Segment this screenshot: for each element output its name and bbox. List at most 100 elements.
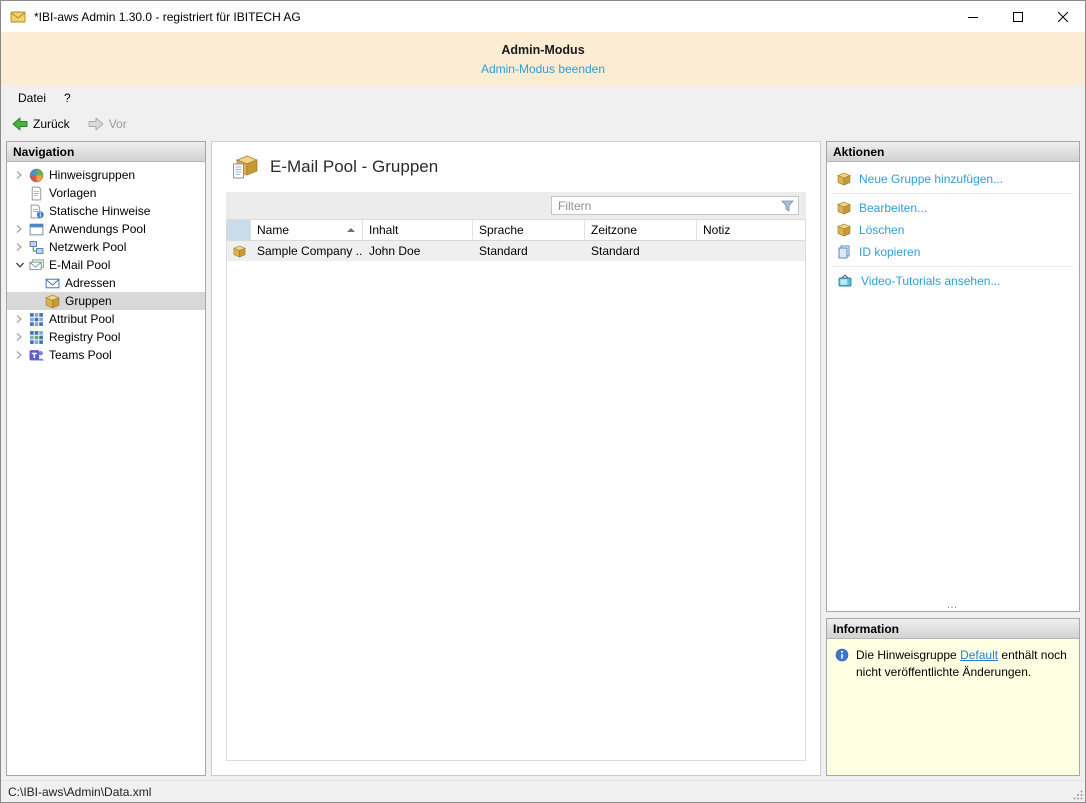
sidebar-item-email-pool[interactable]: E-Mail Pool: [7, 256, 205, 274]
teams-icon: [29, 348, 44, 363]
sidebar-item-anwendungs-pool[interactable]: Anwendungs Pool: [7, 220, 205, 238]
main-header: E-Mail Pool - Gruppen: [212, 142, 820, 188]
sidebar-item-netzwerk-pool[interactable]: Netzwerk Pool: [7, 238, 205, 256]
sidebar-item-attribut-pool[interactable]: Attribut Pool: [7, 310, 205, 328]
action-copy-id[interactable]: ID kopieren: [827, 241, 1079, 263]
copy-icon: [837, 245, 851, 259]
workspace: Navigation Hinweisgruppen Vorlagen Stati…: [1, 138, 1085, 780]
network-icon: [29, 240, 44, 255]
static-note-icon: [29, 204, 44, 219]
sort-ascending-icon: [347, 228, 355, 232]
chevron-right-icon[interactable]: [15, 224, 29, 234]
page-title: E-Mail Pool - Gruppen: [270, 157, 439, 176]
groups-table: Name Inhalt Sprache Zeitzone Notiz Sampl…: [226, 219, 806, 761]
row-zeitzone-cell: Standard: [591, 244, 640, 258]
actions-header: Aktionen: [827, 142, 1079, 162]
statusbar-path: C:\IBI-aws\Admin\Data.xml: [8, 784, 152, 799]
filter-funnel-icon[interactable]: [781, 200, 794, 212]
filter-input[interactable]: [552, 198, 781, 213]
action-new-group[interactable]: Neue Gruppe hinzufügen...: [827, 168, 1079, 190]
toolbar: Zurück Vor: [1, 110, 1085, 138]
admin-mode-banner: Admin-Modus Admin-Modus beenden: [1, 32, 1085, 86]
information-panel: Information Die Hinweisgruppe Default en…: [826, 618, 1080, 776]
table-header-icon-column[interactable]: [227, 220, 251, 240]
information-text: Die Hinweisgruppe Default enthält noch n…: [856, 648, 1067, 679]
forward-arrow-icon: [88, 117, 104, 131]
sidebar-item-vorlagen[interactable]: Vorlagen: [7, 184, 205, 202]
main-panel: E-Mail Pool - Gruppen Name: [211, 141, 821, 776]
navigation-tree: Hinweisgruppen Vorlagen Statische Hinwei…: [7, 162, 205, 775]
default-group-link[interactable]: Default: [960, 648, 998, 662]
package-icon: [837, 201, 851, 215]
table-header-sprache[interactable]: Sprache: [473, 220, 585, 240]
app-window: *IBI-aws Admin 1.30.0 - registriert für …: [0, 0, 1086, 803]
sidebar-item-teams-pool[interactable]: Teams Pool: [7, 346, 205, 364]
chevron-right-icon[interactable]: [15, 314, 29, 324]
template-icon: [29, 186, 44, 201]
chevron-right-icon[interactable]: [15, 350, 29, 360]
chevron-right-icon[interactable]: [15, 170, 29, 180]
maximize-button[interactable]: [995, 1, 1040, 32]
table-empty-area: [227, 261, 805, 760]
row-sprache-cell: Standard: [479, 244, 528, 258]
row-icon-cell: [227, 241, 251, 261]
row-name-cell: Sample Company ...: [257, 244, 363, 258]
navigation-header: Navigation: [7, 142, 205, 162]
globe-icon: [29, 168, 44, 183]
back-arrow-icon: [12, 117, 28, 131]
mail-stack-icon: [29, 258, 44, 272]
statusbar: C:\IBI-aws\Admin\Data.xml: [1, 780, 1085, 802]
minimize-icon: [967, 16, 978, 18]
sidebar-item-gruppen[interactable]: Gruppen: [7, 292, 205, 310]
window-title: *IBI-aws Admin 1.30.0 - registriert für …: [34, 9, 301, 24]
divider: [833, 266, 1073, 267]
action-video-tutorials[interactable]: Video-Tutorials ansehen...: [827, 270, 1079, 292]
filter-box: [551, 196, 799, 215]
row-inhalt-cell: John Doe: [369, 244, 421, 258]
window-controls: [950, 1, 1085, 32]
information-body: Die Hinweisgruppe Default enthält noch n…: [827, 639, 1079, 775]
table-header-notiz[interactable]: Notiz: [697, 220, 805, 240]
filter-strip: [226, 192, 806, 219]
table-header-name[interactable]: Name: [251, 220, 363, 240]
chevron-down-icon[interactable]: [15, 261, 29, 269]
resize-grip[interactable]: [1073, 790, 1083, 800]
info-icon: [835, 648, 849, 662]
menu-item-datei[interactable]: Datei: [9, 88, 55, 108]
action-edit[interactable]: Bearbeiten...: [827, 197, 1079, 219]
table-header-zeitzone[interactable]: Zeitzone: [585, 220, 697, 240]
table-zone: Name Inhalt Sprache Zeitzone: [226, 192, 806, 761]
table-header-row: Name Inhalt Sprache Zeitzone Notiz: [227, 220, 805, 241]
table-row[interactable]: Sample Company ... John Doe Standard Sta…: [227, 241, 805, 261]
panel-splitter-handle[interactable]: …: [827, 600, 1079, 611]
sidebar-item-adressen[interactable]: Adressen: [7, 274, 205, 292]
information-header: Information: [827, 619, 1079, 639]
exit-admin-mode-link[interactable]: Admin-Modus beenden: [481, 62, 605, 76]
tv-icon: [837, 274, 853, 288]
minimize-button[interactable]: [950, 1, 995, 32]
menu-item-help[interactable]: ?: [55, 88, 80, 108]
table-header-inhalt[interactable]: Inhalt: [363, 220, 473, 240]
grid-icon: [29, 312, 44, 327]
back-button[interactable]: Zurück: [7, 115, 75, 133]
forward-button[interactable]: Vor: [83, 115, 132, 133]
app-window-icon: [29, 222, 44, 237]
right-column: Aktionen Neue Gruppe hinzufügen... Bearb…: [826, 141, 1080, 776]
sidebar-item-registry-pool[interactable]: Registry Pool: [7, 328, 205, 346]
registry-grid-icon: [29, 330, 44, 345]
close-button[interactable]: [1040, 1, 1085, 32]
menubar: Datei ?: [1, 86, 1085, 110]
chevron-right-icon[interactable]: [15, 242, 29, 252]
sidebar-item-hinweisgruppen[interactable]: Hinweisgruppen: [7, 166, 205, 184]
forward-button-label: Vor: [108, 117, 127, 131]
divider: [833, 193, 1073, 194]
package-icon: [837, 223, 851, 237]
admin-mode-title: Admin-Modus: [501, 42, 585, 57]
action-delete[interactable]: Löschen: [827, 219, 1079, 241]
titlebar: *IBI-aws Admin 1.30.0 - registriert für …: [1, 1, 1085, 32]
sidebar-item-statische-hinweise[interactable]: Statische Hinweise: [7, 202, 205, 220]
package-icon: [837, 172, 851, 186]
chevron-right-icon[interactable]: [15, 332, 29, 342]
back-button-label: Zurück: [33, 117, 70, 131]
maximize-icon: [1012, 11, 1023, 22]
